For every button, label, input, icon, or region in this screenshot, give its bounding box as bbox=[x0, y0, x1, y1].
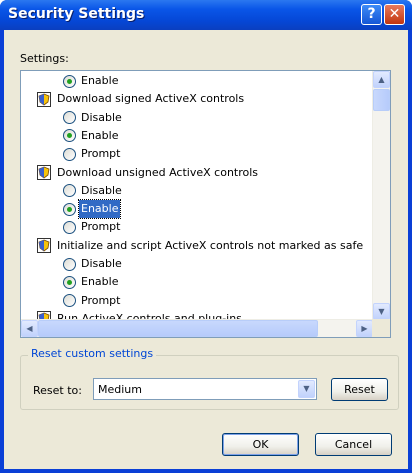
settings-list[interactable]: Enable Download signed ActiveX controls Di… bbox=[20, 70, 391, 338]
settings-radio-option[interactable]: Enable bbox=[63, 199, 122, 220]
settings-category[interactable]: Download unsigned ActiveX controls bbox=[37, 164, 258, 182]
reset-to-value: Medium bbox=[98, 383, 142, 396]
chevron-down-icon[interactable]: ▼ bbox=[298, 380, 315, 398]
scroll-down-button[interactable]: ▼ bbox=[373, 303, 390, 320]
vertical-scrollbar[interactable]: ▲ ▼ bbox=[372, 71, 390, 320]
settings-radio-label: Disable bbox=[81, 110, 122, 124]
settings-category-label: Initialize and script ActiveX controls n… bbox=[57, 238, 364, 252]
settings-radio-option[interactable]: Enable bbox=[63, 273, 118, 291]
settings-radio-label: Enable bbox=[81, 275, 119, 289]
radio-unchecked-icon[interactable] bbox=[63, 111, 76, 125]
close-button[interactable]: ✕ bbox=[384, 4, 405, 25]
window-title: Security Settings bbox=[8, 6, 145, 22]
settings-radio-option[interactable]: Enable bbox=[63, 72, 118, 90]
radio-unchecked-icon[interactable] bbox=[63, 294, 76, 308]
settings-shield-icon bbox=[37, 238, 51, 254]
radio-checked-icon[interactable] bbox=[63, 202, 76, 216]
radio-checked-icon[interactable] bbox=[63, 275, 76, 289]
settings-radio-option[interactable]: Prompt bbox=[63, 145, 120, 163]
settings-shield-icon bbox=[37, 165, 51, 180]
radio-unchecked-icon[interactable] bbox=[63, 257, 76, 271]
settings-radio-label: Prompt bbox=[81, 293, 121, 307]
scrollbar-corner bbox=[372, 319, 390, 337]
radio-checked-icon[interactable] bbox=[63, 129, 76, 143]
settings-radio-option[interactable]: Disable bbox=[63, 182, 122, 200]
title-bar[interactable]: Security Settings ? ✕ bbox=[0, 0, 412, 30]
settings-category-label: Download signed ActiveX controls bbox=[57, 92, 245, 106]
radio-unchecked-icon[interactable] bbox=[63, 147, 76, 161]
settings-category[interactable]: Initialize and script ActiveX controls n… bbox=[37, 237, 363, 255]
settings-radio-option[interactable]: Disable bbox=[63, 255, 122, 273]
reset-group-title: Reset custom settings bbox=[28, 347, 157, 360]
scroll-up-button[interactable]: ▲ bbox=[373, 71, 390, 88]
settings-radio-label: Enable bbox=[81, 128, 119, 142]
settings-radio-label: Enable bbox=[81, 74, 119, 87]
settings-radio-option[interactable]: Prompt bbox=[63, 292, 120, 310]
horizontal-scrollbar[interactable]: ◀ ▶ bbox=[21, 319, 373, 337]
settings-radio-option[interactable]: Prompt bbox=[63, 218, 120, 236]
horizontal-scroll-thumb[interactable] bbox=[38, 320, 318, 337]
settings-radio-label: Disable bbox=[81, 257, 122, 270]
help-button[interactable]: ? bbox=[361, 4, 382, 25]
reset-button[interactable]: Reset bbox=[331, 378, 388, 401]
settings-label: Settings: bbox=[20, 52, 69, 65]
ok-button[interactable]: OK bbox=[222, 433, 299, 456]
scroll-left-button[interactable]: ◀ bbox=[21, 320, 38, 337]
settings-shield-icon bbox=[37, 91, 51, 107]
reset-to-label: Reset to: bbox=[33, 384, 82, 397]
settings-radio-option[interactable]: Disable bbox=[63, 109, 122, 127]
radio-unchecked-icon[interactable] bbox=[63, 184, 76, 198]
vertical-scroll-thumb[interactable] bbox=[373, 89, 390, 111]
reset-to-dropdown[interactable]: Medium ▼ bbox=[93, 378, 317, 400]
radio-unchecked-icon[interactable] bbox=[63, 220, 76, 234]
settings-radio-label: Prompt bbox=[81, 147, 121, 161]
settings-radio-label: Enable bbox=[77, 199, 122, 220]
settings-category[interactable]: Download signed ActiveX controls bbox=[37, 90, 244, 108]
cancel-button[interactable]: Cancel bbox=[315, 433, 392, 456]
scroll-right-button[interactable]: ▶ bbox=[356, 320, 373, 337]
settings-category-label: Download unsigned ActiveX controls bbox=[57, 165, 259, 179]
settings-radio-option[interactable]: Enable bbox=[63, 127, 118, 145]
settings-radio-label: Prompt bbox=[81, 220, 121, 234]
settings-radio-label: Disable bbox=[81, 183, 122, 197]
radio-checked-icon[interactable] bbox=[63, 74, 76, 88]
